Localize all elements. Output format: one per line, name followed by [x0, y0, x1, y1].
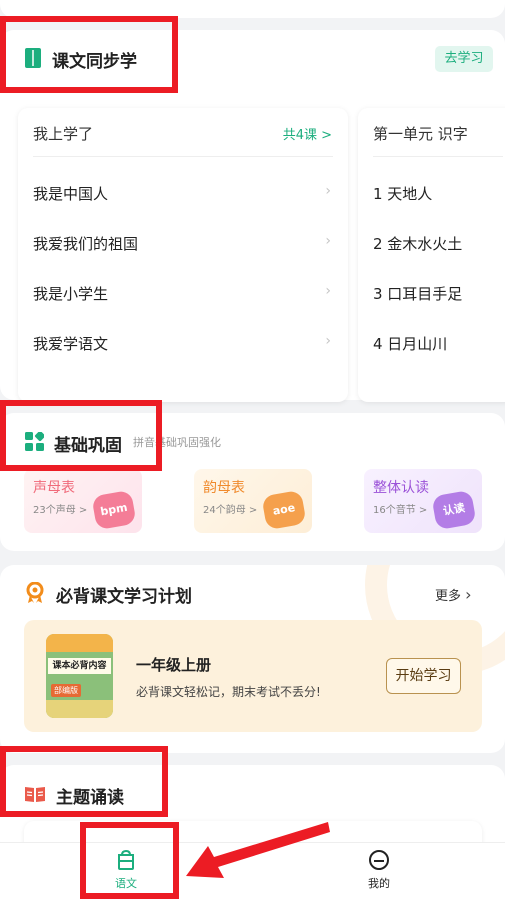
book-cover-title: 课本必背内容	[48, 658, 111, 674]
tile-title: 韵母表	[203, 480, 245, 496]
lesson-label: 我爱学语文	[33, 335, 109, 353]
more-label: 更多	[435, 589, 462, 604]
bpm-badge-icon: bpm	[91, 489, 137, 531]
chevron-right-icon: ›	[325, 183, 331, 199]
plan-description: 必背课文轻松记，期末考试不丢分!	[136, 685, 321, 699]
lesson-item[interactable]: 我是中国人 ›	[33, 183, 333, 207]
divider	[373, 156, 503, 157]
chevron-right-icon: ›	[325, 333, 331, 349]
unit-lesson-item[interactable]: 2 金木水火土	[373, 233, 503, 257]
lesson-label: 我是中国人	[33, 185, 109, 203]
red-arrow-icon	[186, 822, 330, 878]
renDu-badge-icon: 认读	[431, 489, 477, 531]
medal-icon	[26, 582, 44, 603]
plan-banner[interactable]: 课本必背内容 部编版 一年级上册 必背课文轻松记，期末考试不丢分! 开始学习	[24, 620, 482, 732]
tile-title: 声母表	[33, 480, 75, 496]
chevron-right-icon: ›	[465, 585, 472, 604]
highlight-box	[0, 400, 162, 471]
lesson-label: 我爱我们的祖国	[33, 235, 139, 253]
highlight-box	[0, 746, 168, 817]
go-study-button[interactable]: 去学习	[435, 46, 493, 72]
tile-subtitle: 16个音节 >	[373, 505, 428, 516]
unit-lesson-item[interactable]: 1 天地人	[373, 183, 503, 207]
grade-title: 一年级上册	[136, 656, 212, 674]
lesson-item[interactable]: 我爱我们的祖国 ›	[33, 233, 333, 257]
yunmu-table-tile[interactable]: 韵母表 24个韵母 > aoe	[194, 469, 312, 533]
edition-tag: 部编版	[51, 684, 81, 697]
learned-panel: 我上学了 共4课 > 我是中国人 › 我爱我们的祖国 › 我是小学生 › 我爱学语文 ›	[18, 108, 348, 402]
more-link[interactable]: 更多 ›	[435, 585, 472, 604]
tile-title: 整体认读	[373, 480, 429, 496]
lesson-label: 我是小学生	[33, 285, 109, 303]
lesson-item[interactable]: 我是小学生 ›	[33, 283, 333, 307]
highlight-box	[0, 16, 178, 93]
tab-mine[interactable]: 我的	[349, 849, 409, 891]
book-cover-image: 课本必背内容 部编版	[46, 634, 113, 718]
recite-plan-card: 必背课文学习计划 更多 › 课本必背内容 部编版 一年级上册 必背课文轻松记，期…	[0, 565, 505, 753]
aoe-badge-icon: aoe	[261, 489, 307, 531]
lesson-count-link[interactable]: 共4课 >	[283, 124, 332, 143]
unit-panel-header: 第一单元 识字	[373, 125, 468, 143]
section-title-plan: 必背课文学习计划	[56, 587, 192, 607]
tab-label: 我的	[368, 877, 390, 890]
chevron-right-icon: ›	[325, 283, 331, 299]
tile-subtitle: 23个声母 >	[33, 505, 88, 516]
unit-panel: 第一单元 识字 1 天地人 2 金木水火土 3 口耳目手足 4 日月山川	[358, 108, 505, 402]
highlight-box	[80, 822, 179, 899]
smiley-face-icon	[369, 850, 389, 870]
unit-lesson-item[interactable]: 3 口耳目手足	[373, 283, 503, 307]
chevron-right-icon: ›	[325, 233, 331, 249]
shengmu-table-tile[interactable]: 声母表 23个声母 > bpm	[24, 469, 142, 533]
tile-subtitle: 24个韵母 >	[203, 505, 258, 516]
book-cover-bottom	[46, 700, 113, 718]
book-cover-top	[46, 634, 113, 652]
divider	[33, 156, 333, 157]
lesson-item[interactable]: 我爱学语文 ›	[33, 333, 333, 357]
learned-panel-header: 我上学了	[33, 125, 94, 143]
start-learning-button[interactable]: 开始学习	[386, 658, 461, 694]
unit-lesson-item[interactable]: 4 日月山川	[373, 333, 503, 357]
whole-syllable-tile[interactable]: 整体认读 16个音节 > 认读	[364, 469, 482, 533]
